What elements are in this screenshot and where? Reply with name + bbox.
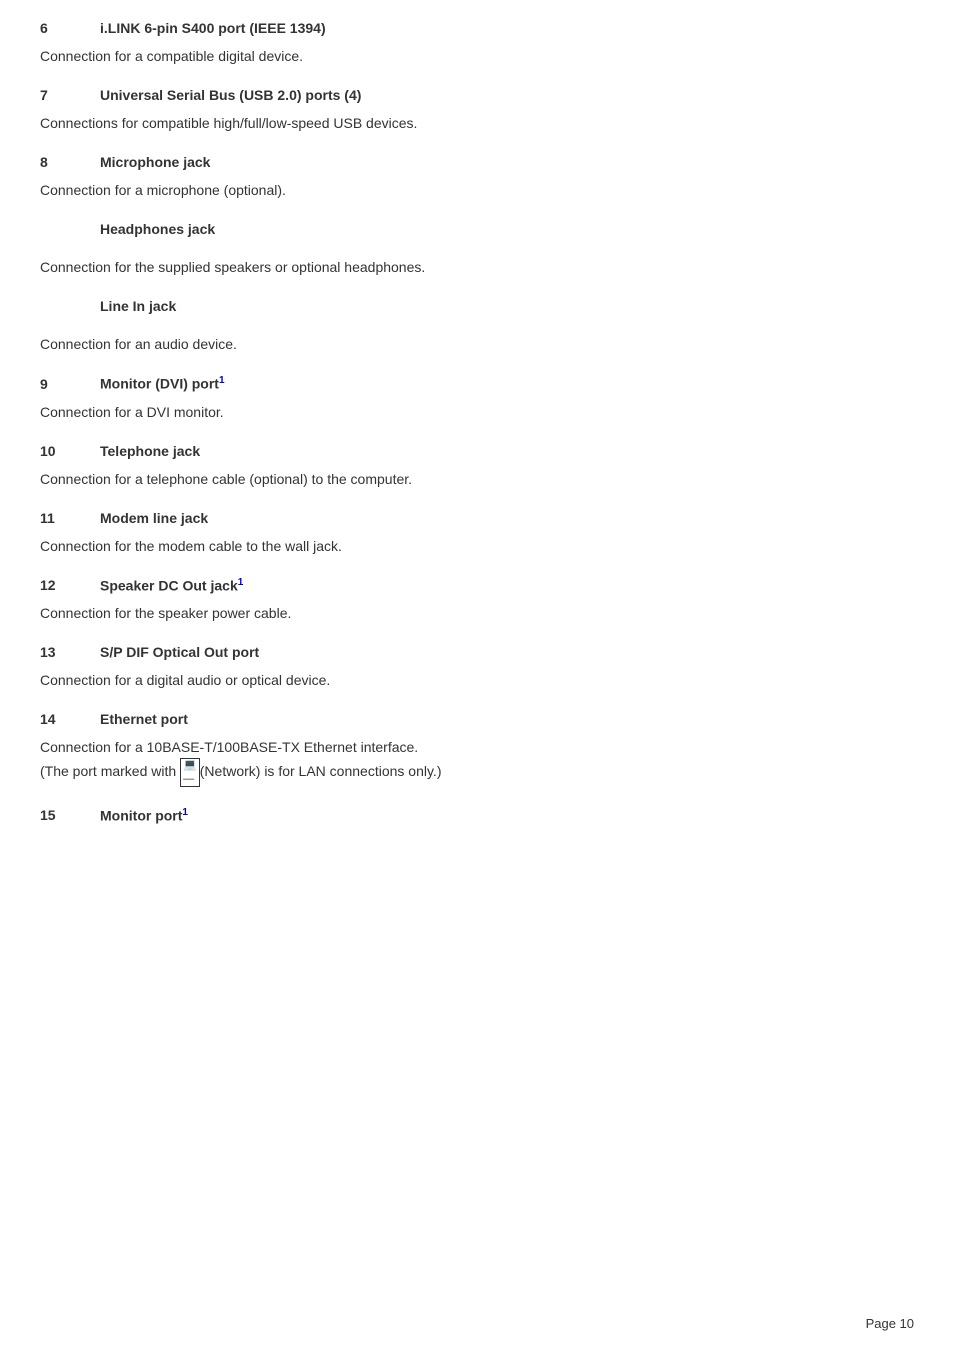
section-7-title: Universal Serial Bus (USB 2.0) ports (4) <box>100 87 361 103</box>
section-7-number: 7 <box>40 87 100 103</box>
section-14-line2: (The port marked with 💻—(Network) is for… <box>40 758 860 786</box>
section-8: 8 Microphone jack Connection for a micro… <box>40 154 860 201</box>
section-10: 10 Telephone jack Connection for a telep… <box>40 443 860 490</box>
section-headphones-body: Connection for the supplied speakers or … <box>40 257 860 278</box>
section-11-body: Connection for the modem cable to the wa… <box>40 536 860 557</box>
section-headphones: Headphones jack Connection for the suppl… <box>40 221 860 278</box>
network-icon: 💻— <box>180 758 200 786</box>
section-11-title: Modem line jack <box>100 510 208 526</box>
section-linein-title: Line In jack <box>100 298 176 314</box>
section-7: 7 Universal Serial Bus (USB 2.0) ports (… <box>40 87 860 134</box>
section-12: 12 Speaker DC Out jack1 Connection for t… <box>40 577 860 625</box>
section-7-header: 7 Universal Serial Bus (USB 2.0) ports (… <box>40 87 860 103</box>
section-12-number: 12 <box>40 577 100 593</box>
section-14-number: 14 <box>40 711 100 727</box>
section-14-line2-prefix: (The port marked with <box>40 763 180 779</box>
section-10-title: Telephone jack <box>100 443 200 459</box>
section-headphones-title: Headphones jack <box>100 221 215 237</box>
section-9-body: Connection for a DVI monitor. <box>40 402 860 423</box>
page-container: 6 i.LINK 6-pin S400 port (IEEE 1394) Con… <box>0 0 900 883</box>
section-15-number: 15 <box>40 807 100 823</box>
section-8-header: 8 Microphone jack <box>40 154 860 170</box>
section-13-header: 13 S/P DIF Optical Out port <box>40 644 860 660</box>
section-8-title: Microphone jack <box>100 154 210 170</box>
section-10-body: Connection for a telephone cable (option… <box>40 469 860 490</box>
section-13-body: Connection for a digital audio or optica… <box>40 670 860 691</box>
section-11-header: 11 Modem line jack <box>40 510 860 526</box>
section-10-number: 10 <box>40 443 100 459</box>
section-9-header: 9 Monitor (DVI) port1 <box>40 375 860 392</box>
section-headphones-header: Headphones jack <box>40 221 860 247</box>
section-linein-header: Line In jack <box>40 298 860 324</box>
section-14-header: 14 Ethernet port <box>40 711 860 727</box>
section-14-line1: Connection for a 10BASE-T/100BASE-TX Eth… <box>40 737 860 758</box>
section-14-body: Connection for a 10BASE-T/100BASE-TX Eth… <box>40 737 860 786</box>
section-12-header: 12 Speaker DC Out jack1 <box>40 577 860 594</box>
section-13-number: 13 <box>40 644 100 660</box>
section-12-title: Speaker DC Out jack1 <box>100 577 243 594</box>
section-8-number: 8 <box>40 154 100 170</box>
section-linein: Line In jack Connection for an audio dev… <box>40 298 860 355</box>
section-linein-body: Connection for an audio device. <box>40 334 860 355</box>
section-9: 9 Monitor (DVI) port1 Connection for a D… <box>40 375 860 423</box>
section-6-number: 6 <box>40 20 100 36</box>
section-15-title: Monitor port1 <box>100 807 188 824</box>
section-9-title: Monitor (DVI) port1 <box>100 375 225 392</box>
section-12-footnote: 1 <box>238 577 244 588</box>
section-10-header: 10 Telephone jack <box>40 443 860 459</box>
section-6: 6 i.LINK 6-pin S400 port (IEEE 1394) Con… <box>40 20 860 67</box>
section-11: 11 Modem line jack Connection for the mo… <box>40 510 860 557</box>
section-13: 13 S/P DIF Optical Out port Connection f… <box>40 644 860 691</box>
section-7-body: Connections for compatible high/full/low… <box>40 113 860 134</box>
section-13-title: S/P DIF Optical Out port <box>100 644 259 660</box>
section-14-title: Ethernet port <box>100 711 188 727</box>
page-number: Page 10 <box>866 1316 914 1331</box>
section-12-body: Connection for the speaker power cable. <box>40 603 860 624</box>
section-15: 15 Monitor port1 <box>40 807 860 824</box>
section-14: 14 Ethernet port Connection for a 10BASE… <box>40 711 860 786</box>
section-9-footnote: 1 <box>219 375 225 386</box>
section-8-body: Connection for a microphone (optional). <box>40 180 860 201</box>
section-6-body: Connection for a compatible digital devi… <box>40 46 860 67</box>
section-6-title: i.LINK 6-pin S400 port (IEEE 1394) <box>100 20 326 36</box>
section-14-line2-suffix: (Network) is for LAN connections only.) <box>200 763 442 779</box>
section-6-header: 6 i.LINK 6-pin S400 port (IEEE 1394) <box>40 20 860 36</box>
section-9-number: 9 <box>40 376 100 392</box>
section-15-footnote: 1 <box>182 807 188 818</box>
section-15-header: 15 Monitor port1 <box>40 807 860 824</box>
section-11-number: 11 <box>40 510 100 526</box>
